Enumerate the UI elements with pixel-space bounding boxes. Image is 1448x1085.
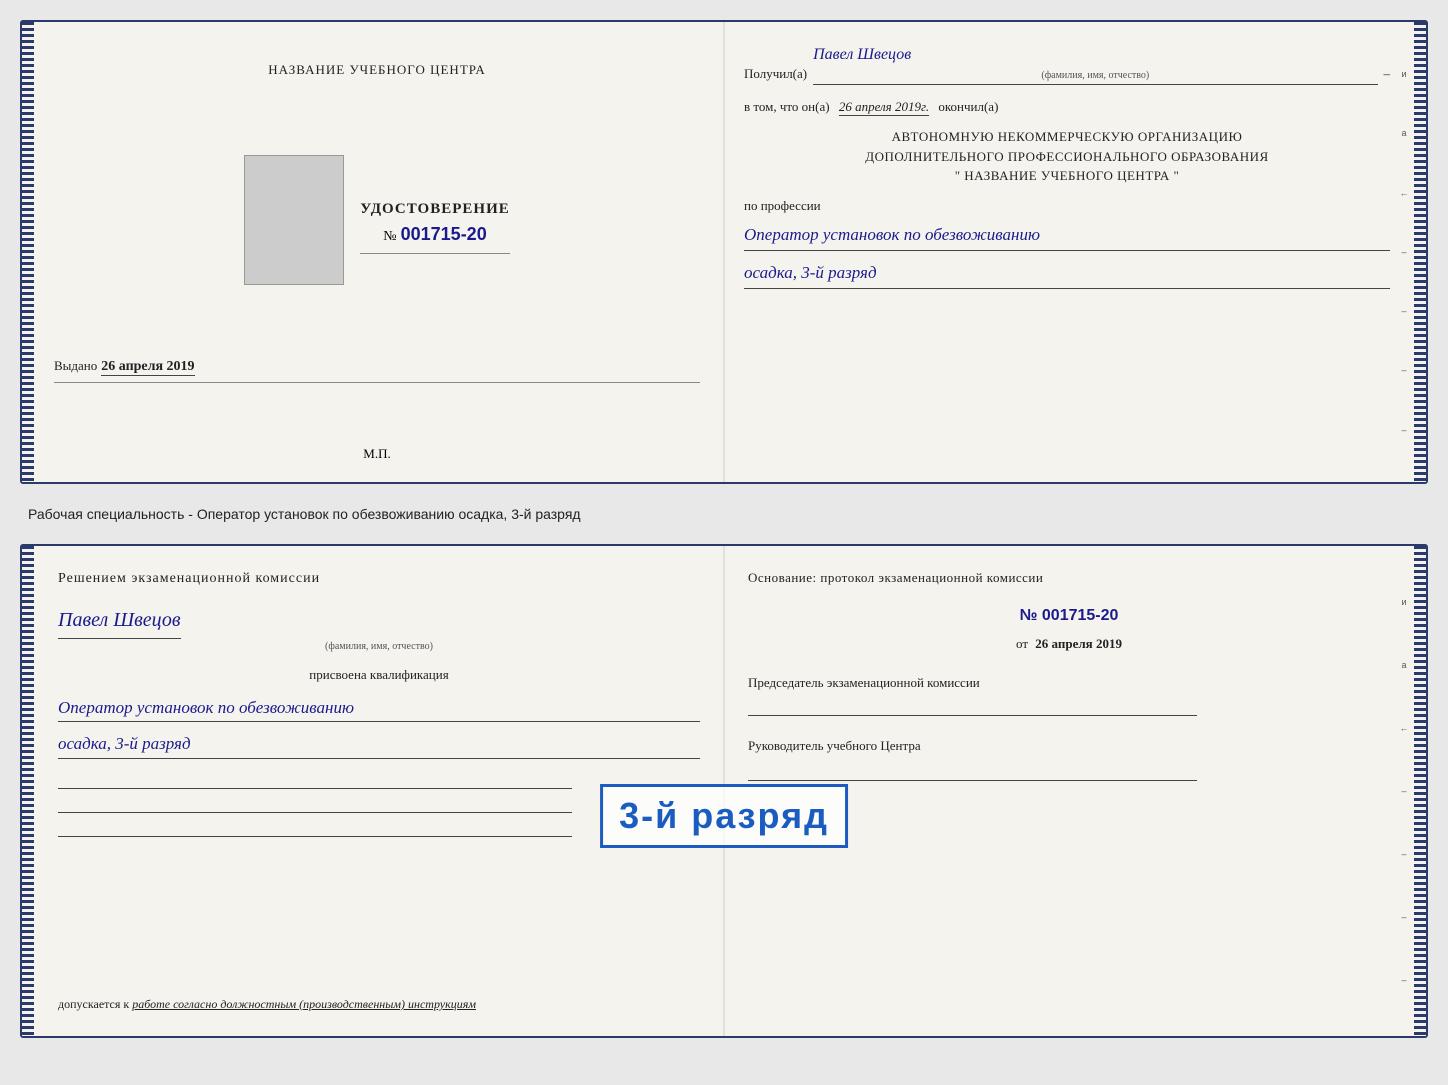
issued-label: Выдано [54, 358, 97, 374]
doc1-left: НАЗВАНИЕ УЧЕБНОГО ЦЕНТРА УДОСТОВЕРЕНИЕ №… [34, 22, 720, 482]
top-document: НАЗВАНИЕ УЧЕБНОГО ЦЕНТРА УДОСТОВЕРЕНИЕ №… [20, 20, 1428, 484]
certificate-section: УДОСТОВЕРЕНИЕ № 001715-20 [360, 201, 510, 260]
stamp-text: 3-й разряд [619, 795, 829, 836]
chairman-sig-line [748, 698, 1197, 716]
issued-divider [54, 382, 700, 383]
training-center-title: НАЗВАНИЕ УЧЕБНОГО ЦЕНТРА [268, 62, 485, 78]
chairman-label: Председатель экзаменационной комиссии [748, 675, 1390, 692]
допускается-section: допускается к работе согласно должностны… [58, 983, 700, 1014]
issued-date: 26 апреля 2019 [101, 359, 194, 376]
photo-placeholder [244, 155, 344, 285]
doc1-right: Получил(а) Павел Швецов (фамилия, имя, о… [720, 22, 1414, 482]
dash1: – [1384, 64, 1391, 85]
fio-label-top: (фамилия, имя, отчество) [813, 68, 1377, 84]
basis-label: Основание: протокол экзаменационной коми… [748, 568, 1390, 589]
no-prefix: № [1020, 607, 1038, 624]
left-deco-strip-2 [22, 546, 34, 1036]
cert-no-prefix: № [383, 229, 396, 244]
mp-label: М.П. [363, 446, 390, 462]
profession-value: Оператор установок по обезвоживанию [744, 221, 1390, 251]
left-deco-strip [22, 22, 34, 482]
org-line1: АВТОНОМНУЮ НЕКОММЕРЧЕСКУЮ ОРГАНИЗАЦИЮ [744, 127, 1390, 147]
protocol-date: от 26 апреля 2019 [748, 634, 1390, 655]
between-label: Рабочая специальность - Оператор установ… [20, 502, 1428, 526]
right-deco-strip-2 [1414, 546, 1426, 1036]
org-line3: " НАЗВАНИЕ УЧЕБНОГО ЦЕНТРА " [744, 166, 1390, 186]
recipient-name: Павел Швецов [813, 46, 911, 65]
cert-label: УДОСТОВЕРЕНИЕ [360, 201, 510, 218]
org-line2: ДОПОЛНИТЕЛЬНОГО ПРОФЕССИОНАЛЬНОГО ОБРАЗО… [744, 147, 1390, 167]
sig-line-1 [58, 771, 572, 789]
qualification-label: присвоена квалификация [58, 665, 700, 686]
допускается-value: работе согласно должностным (производств… [132, 997, 476, 1011]
sig-line-2 [58, 795, 572, 813]
director-label: Руководитель учебного Центра [748, 736, 1390, 757]
decision-title: Решением экзаменационной комиссии [58, 568, 700, 590]
right-deco-strip-1 [1414, 22, 1426, 482]
right-side-chars-1: и а ← – – – – [1396, 22, 1412, 482]
qual-rank: осадка, 3-й разряд [58, 730, 700, 758]
recipient-line: Получил(а) Павел Швецов (фамилия, имя, о… [744, 42, 1390, 85]
person-name-wrapper: Павел Швецов (фамилия, имя, отчество) [58, 604, 700, 655]
protocol-date-value: 26 апреля 2019 [1035, 636, 1122, 651]
bottom-document: Решением экзаменационной комиссии Павел … [20, 544, 1428, 1038]
right-side-chars-2: и а ← – – – – [1396, 546, 1412, 1036]
protocol-no: № 001715-20 [748, 603, 1390, 629]
issued-section: Выдано 26 апреля 2019 [54, 358, 700, 389]
cert-divider [360, 253, 510, 254]
no-value: 001715-20 [1042, 607, 1119, 624]
date-prefix: от [1016, 636, 1028, 651]
page-wrapper: НАЗВАНИЕ УЧЕБНОГО ЦЕНТРА УДОСТОВЕРЕНИЕ №… [20, 20, 1428, 1038]
profession-section: по профессии Оператор установок по обезв… [744, 196, 1390, 289]
received-label: Получил(а) [744, 64, 807, 85]
cert-number: 001715-20 [401, 224, 487, 244]
person-name-bottom: Павел Швецов [58, 604, 181, 639]
допускается-label: допускается к [58, 997, 129, 1011]
sig-line-3 [58, 819, 572, 837]
date-line: в том, что он(а) 26 апреля 2019г. окончи… [744, 97, 1390, 118]
director-sig-line [748, 763, 1197, 781]
stamp-overlay: 3-й разряд [600, 784, 848, 848]
org-block: АВТОНОМНУЮ НЕКОММЕРЧЕСКУЮ ОРГАНИЗАЦИЮ ДО… [744, 127, 1390, 186]
in-that-label: в том, что он(а) [744, 99, 830, 114]
fio-sub: (фамилия, имя, отчество) [58, 639, 700, 655]
rank-value: осадка, 3-й разряд [744, 259, 1390, 289]
profession-label: по профессии [744, 196, 1390, 217]
date-value: 26 апреля 2019г. [839, 99, 929, 116]
qual-value: Оператор установок по обезвоживанию [58, 694, 700, 722]
finished-label: окончил(а) [938, 99, 998, 114]
